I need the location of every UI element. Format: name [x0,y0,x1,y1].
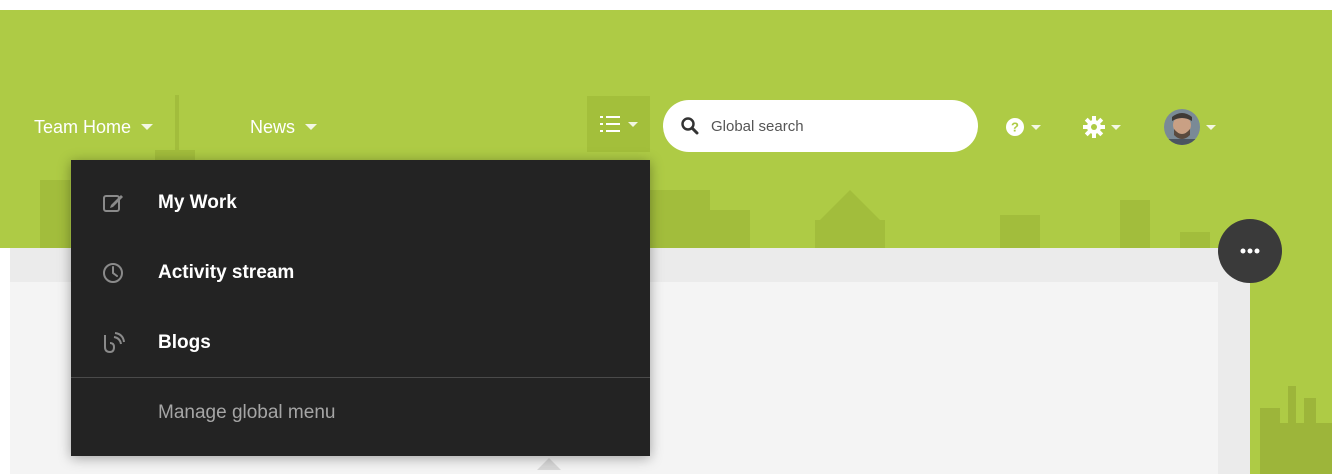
svg-text:?: ? [1011,120,1019,135]
help-menu[interactable]: ? [1005,112,1041,142]
chevron-down-icon [305,124,318,130]
help-circle-icon: ? [1006,118,1024,136]
pointer-arrow [537,458,561,470]
nav-team-home-label: Team Home [34,116,132,137]
right-decoration-band [1250,248,1332,474]
chevron-down-icon [1206,124,1216,130]
rss-feed-icon [104,332,125,354]
ellipsis-icon [1240,248,1260,254]
nav-news[interactable]: News [250,112,318,142]
menu-item-label: Blogs [158,332,211,353]
chevron-down-icon [1031,124,1041,130]
menu-item-manage-global-menu[interactable]: Manage global menu [71,378,650,448]
chevron-down-icon [141,124,154,130]
menu-item-blogs[interactable]: Blogs [71,308,650,378]
global-menu-dropdown: My Work Activity stream Blogs Manage glo… [71,160,650,456]
settings-menu[interactable] [1083,112,1121,142]
search-icon [681,117,699,135]
chevron-down-icon [1111,124,1121,130]
menu-item-label: My Work [158,192,237,213]
global-search[interactable] [663,100,978,152]
search-input[interactable] [709,116,953,136]
skyline-decoration-right [1260,386,1332,474]
avatar [1164,109,1200,145]
clock-icon [103,263,123,283]
more-options-button[interactable] [1218,219,1282,283]
menu-item-my-work[interactable]: My Work [71,168,650,238]
chevron-down-icon [627,121,638,127]
gear-icon [1083,116,1105,138]
manage-global-menu-label: Manage global menu [158,402,336,423]
nav-team-home[interactable]: Team Home [34,112,154,142]
list-icon [599,116,620,132]
global-menu-toggle[interactable] [587,96,650,152]
edit-icon [103,195,123,212]
menu-item-activity-stream[interactable]: Activity stream [71,238,650,308]
nav-news-label: News [250,116,296,137]
menu-item-label: Activity stream [158,262,295,283]
user-menu[interactable] [1164,109,1216,145]
